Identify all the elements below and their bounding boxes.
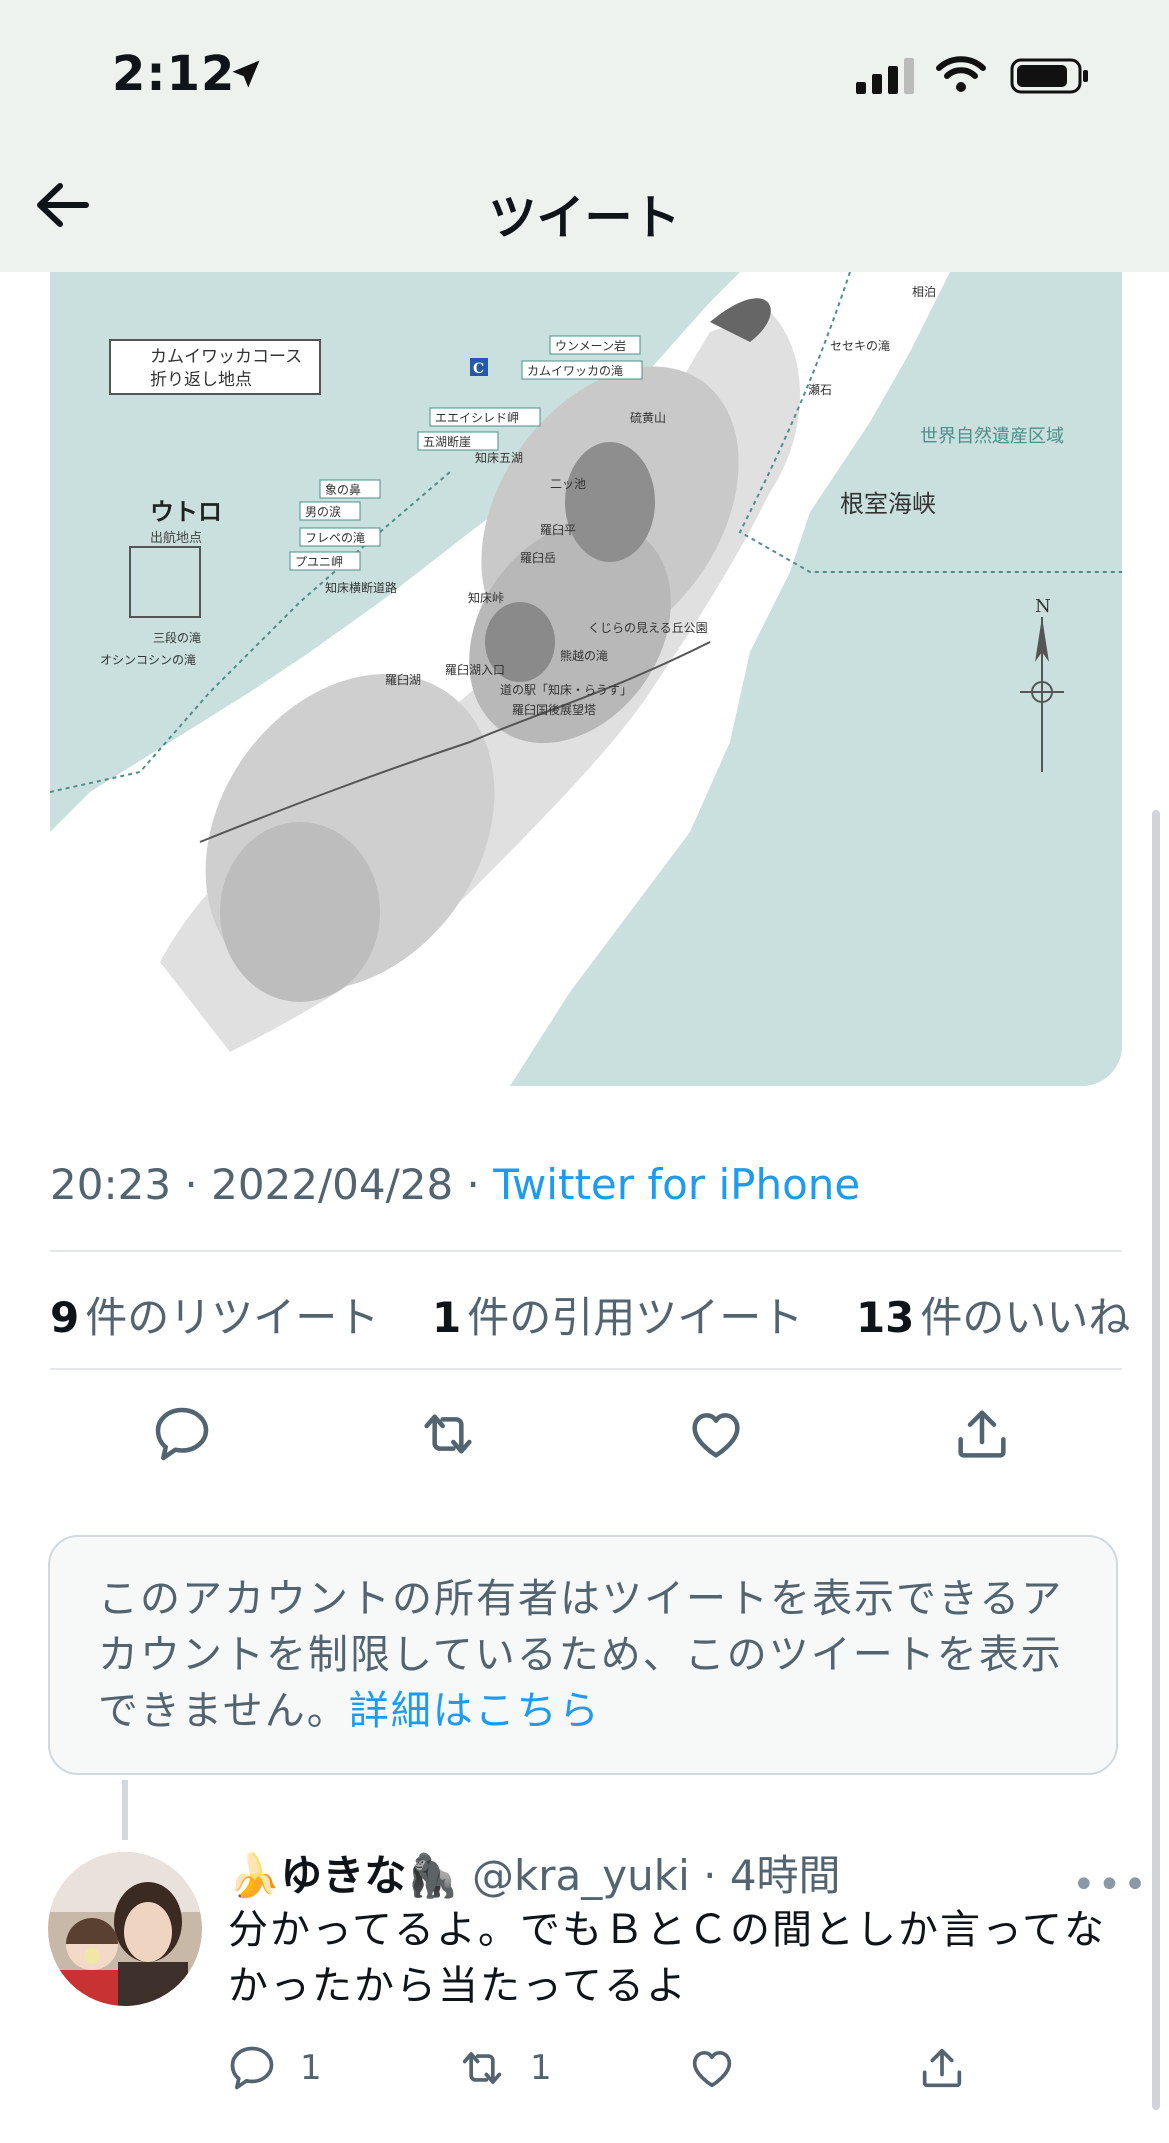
page-title: ツイート [488, 190, 681, 246]
like-heart-icon[interactable] [684, 1402, 748, 1466]
reply-icon [230, 2046, 274, 2090]
learn-more-link[interactable]: 詳細はこちら [349, 1688, 601, 1734]
svg-text:ウンメーン岩: ウンメーン岩 [555, 338, 626, 353]
thread-connector [122, 1780, 128, 1840]
likes-stat[interactable]: 13 件のいいね [856, 1293, 1130, 1342]
map-label-utoro: ウトロ [150, 497, 222, 526]
tweet-source-link[interactable]: Twitter for iPhone [493, 1160, 860, 1209]
svg-text:フレペの滝: フレペの滝 [305, 531, 365, 545]
retweets-stat[interactable]: 9 件のリツイート [50, 1293, 379, 1342]
svg-text:二ッ池: 二ッ池 [550, 477, 586, 491]
tweet-time: 20:23 [50, 1160, 172, 1209]
svg-text:羅臼湖: 羅臼湖 [385, 672, 421, 687]
svg-text:羅臼岳: 羅臼岳 [520, 550, 556, 565]
share-icon [922, 2048, 962, 2088]
svg-text:五湖断崖: 五湖断崖 [423, 434, 471, 449]
svg-text:硫黄山: 硫黄山 [630, 410, 666, 425]
battery-icon [1010, 58, 1088, 94]
map-label-kamuiwakka-course: カムイワッカコース [150, 347, 302, 367]
status-time: 2:12 [112, 46, 236, 102]
tweet-timestamp: 20:23 · 2022/04/28 · Twitter for iPhone [50, 1160, 861, 1209]
location-arrow-icon [232, 60, 260, 88]
reply-text: 分かってるよ。でもＢとＣの間としか言ってなかったから当たってるよ [228, 1907, 1106, 2009]
like-heart-icon [692, 2050, 732, 2088]
reply-retweet-button[interactable]: 1 [456, 2040, 552, 2096]
svg-text:熊越の滝: 熊越の滝 [560, 648, 608, 663]
tweet-date: 2022/04/28 [211, 1160, 454, 1209]
map-label-heritage: 世界自然遺産区域 [920, 426, 1064, 447]
divider [50, 1250, 1122, 1252]
map-label-north: N [1035, 596, 1051, 617]
svg-text:セセキの滝: セセキの滝 [830, 339, 890, 353]
tweet-stats: 9 件のリツイート 1 件の引用ツイート 13 件のいいね [50, 1284, 1130, 1345]
svg-text:羅臼湖入口: 羅臼湖入口 [445, 662, 505, 677]
map-label-departure: 出航地点 [150, 530, 202, 546]
quotes-stat[interactable]: 1 件の引用ツイート [432, 1293, 803, 1342]
svg-text:相泊: 相泊 [912, 285, 936, 299]
cellular-signal-icon [856, 58, 916, 94]
retweet-icon [462, 2052, 502, 2084]
svg-text:象の鼻: 象の鼻 [325, 482, 361, 497]
avatar[interactable] [48, 1852, 202, 2006]
reply-like-button[interactable] [686, 2040, 760, 2096]
map-label-turnaround: 折り返し地点 [150, 370, 252, 390]
reply-time: 4時間 [729, 1851, 841, 1900]
svg-text:プユニ岬: プユニ岬 [295, 555, 343, 569]
svg-text:羅臼平: 羅臼平 [540, 522, 576, 537]
svg-text:男の涙: 男の涙 [305, 504, 341, 519]
map-label-nemuro-strait: 根室海峡 [840, 490, 936, 518]
tweet-image-map[interactable]: カムイワッカコース 折り返し地点 C ウトロ 出航地点 根室海峡 世界自然遺産区… [50, 272, 1122, 1086]
svg-text:知床横断道路: 知床横断道路 [325, 580, 397, 595]
reply-reply-button[interactable]: 1 [226, 2040, 322, 2096]
reply-icon[interactable] [150, 1402, 214, 1466]
svg-text:道の駅「知床・らうす」: 道の駅「知床・らうす」 [500, 683, 632, 697]
svg-text:エエイシレド岬: エエイシレド岬 [435, 411, 519, 425]
reply-header: 🍌ゆきな🦍 @kra_yuki · 4時間 [228, 1851, 841, 1900]
map-marker-c: C [473, 361, 484, 377]
svg-text:カムイワッカの滝: カムイワッカの滝 [527, 364, 623, 378]
top-bar: 2:12 ツイート [0, 0, 1169, 272]
wifi-icon [936, 56, 986, 92]
retweet-icon[interactable] [416, 1402, 480, 1466]
svg-text:オシンコシンの滝: オシンコシンの滝 [100, 653, 196, 667]
divider [50, 1368, 1122, 1370]
reply-count: 1 [300, 2048, 322, 2088]
svg-text:知床五湖: 知床五湖 [475, 450, 523, 465]
svg-text:三段の滝: 三段の滝 [153, 630, 201, 645]
svg-text:瀬石: 瀬石 [808, 383, 832, 397]
retweet-count: 1 [530, 2048, 552, 2088]
scrollbar[interactable] [1152, 810, 1160, 2110]
svg-text:くじらの見える丘公園: くじらの見える丘公園 [588, 621, 708, 635]
svg-text:羅臼国後展望塔: 羅臼国後展望塔 [512, 702, 596, 717]
share-icon[interactable] [950, 1402, 1014, 1466]
reply-share-button[interactable] [916, 2040, 990, 2096]
protected-tweet-notice: このアカウントの所有者はツイートを表示できるアカウントを制限しているため、このツ… [48, 1535, 1118, 1775]
reply-display-name[interactable]: 🍌ゆきな🦍 [228, 1851, 459, 1900]
reply-handle[interactable]: @kra_yuki [472, 1851, 690, 1900]
svg-text:知床峠: 知床峠 [468, 590, 504, 605]
